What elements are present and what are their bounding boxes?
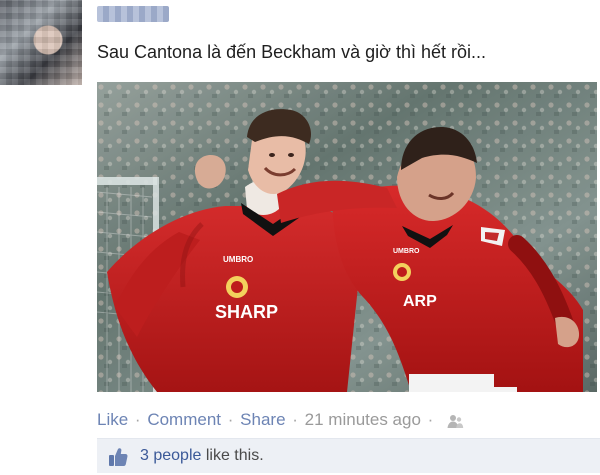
share-link[interactable]: Share	[240, 410, 285, 429]
likes-count-link[interactable]: 3 people	[140, 447, 201, 464]
likes-text: 3 people like this.	[140, 445, 264, 467]
separator: ·	[427, 410, 434, 429]
post-photo[interactable]: SHARP UMBRO ARP UMBRO	[97, 82, 597, 392]
comment-link[interactable]: Comment	[147, 410, 221, 429]
post-timestamp[interactable]: 21 minutes ago	[305, 410, 421, 429]
friends-icon[interactable]	[446, 413, 464, 429]
post-actions: Like · Comment · Share · 21 minutes ago …	[97, 408, 464, 432]
post-text: Sau Cantona là đến Beckham và giờ thì hế…	[97, 42, 487, 62]
left-jersey-sponsor: SHARP	[215, 302, 278, 322]
separator: ·	[292, 410, 298, 429]
photo-illustration: SHARP UMBRO ARP UMBRO	[97, 82, 597, 392]
right-jersey-brand: UMBRO	[393, 248, 420, 255]
likes-suffix: like this.	[201, 447, 264, 464]
thumbs-up-icon	[109, 448, 128, 466]
separator: ·	[227, 410, 234, 429]
author-name[interactable]	[97, 6, 169, 22]
like-link[interactable]: Like	[97, 410, 128, 429]
likes-summary: 3 people like this.	[97, 438, 600, 473]
right-jersey-sponsor: ARP	[403, 293, 437, 310]
left-jersey-brand: UMBRO	[223, 255, 253, 264]
profile-avatar[interactable]	[0, 0, 82, 85]
separator: ·	[134, 410, 141, 429]
